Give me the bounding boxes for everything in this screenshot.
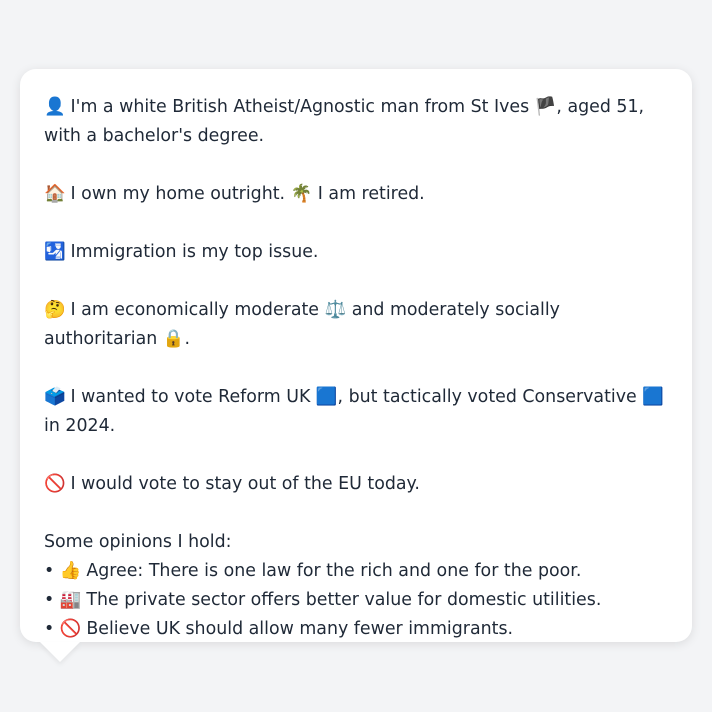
identity-paragraph: 👤 I'm a white British Atheist/Agnostic m… xyxy=(44,93,668,151)
house-icon: 🏠 xyxy=(44,184,66,204)
thumbs-up-icon: 👍 xyxy=(59,561,82,581)
vote-text-1: I wanted to vote Reform UK xyxy=(65,387,316,407)
lock-icon: 🔒 xyxy=(162,329,185,349)
england-flag-icon: 🏴 xyxy=(534,97,557,117)
bullet: • xyxy=(44,590,55,610)
list-item: • 🏭 The private sector offers better val… xyxy=(44,586,668,615)
ballot-box-icon: 🗳️ xyxy=(44,387,66,407)
ideology-paragraph: 🤔 I am economically moderate ⚖️ and mode… xyxy=(44,296,668,354)
opinions-heading: Some opinions I hold: xyxy=(44,532,232,552)
identity-text-1: I'm a white British Atheist/Agnostic man… xyxy=(65,97,535,117)
vote-text-3: in 2024. xyxy=(44,416,116,436)
prohibited-icon: 🚫 xyxy=(59,619,82,639)
vote-paragraph: 🗳️ I wanted to vote Reform UK 🟦, but tac… xyxy=(44,383,668,441)
thinking-face-icon: 🤔 xyxy=(44,300,66,320)
opinion-text: Agree: There is one law for the rich and… xyxy=(80,561,582,581)
opinions-list: • 👍 Agree: There is one law for the rich… xyxy=(44,557,668,644)
balance-scale-icon: ⚖️ xyxy=(324,300,347,320)
bullet: • xyxy=(44,619,55,639)
list-item: • 👍 Agree: There is one law for the rich… xyxy=(44,557,668,586)
list-item: • 🚫 Believe UK should allow many fewer i… xyxy=(44,615,668,644)
home-paragraph: 🏠 I own my home outright. 🌴 I am retired… xyxy=(44,180,668,209)
opinion-text: The private sector offers better value f… xyxy=(80,590,602,610)
passport-control-icon: 🛂 xyxy=(44,242,66,262)
vote-text-2: , but tactically voted Conservative xyxy=(337,387,643,407)
prohibited-icon: 🚫 xyxy=(44,474,66,494)
ideology-text-3: . xyxy=(184,329,190,349)
palm-tree-icon: 🌴 xyxy=(290,184,313,204)
person-icon: 👤 xyxy=(44,97,66,117)
issue-text: Immigration is my top issue. xyxy=(65,242,319,262)
eu-paragraph: 🚫 I would vote to stay out of the EU tod… xyxy=(44,470,668,499)
blue-square-icon: 🟦 xyxy=(642,387,664,407)
home-text-1: I own my home outright. xyxy=(65,184,291,204)
opinion-text: Believe UK should allow many fewer immig… xyxy=(80,619,514,639)
bullet: • xyxy=(44,561,55,581)
speech-bubble-tail xyxy=(40,642,80,662)
profile-card: 👤 I'm a white British Atheist/Agnostic m… xyxy=(20,69,692,642)
factory-icon: 🏭 xyxy=(59,590,82,610)
blue-square-icon: 🟦 xyxy=(315,387,338,407)
eu-text: I would vote to stay out of the EU today… xyxy=(65,474,420,494)
home-text-2: I am retired. xyxy=(312,184,425,204)
ideology-text-1: I am economically moderate xyxy=(65,300,325,320)
issue-paragraph: 🛂 Immigration is my top issue. xyxy=(44,238,668,267)
